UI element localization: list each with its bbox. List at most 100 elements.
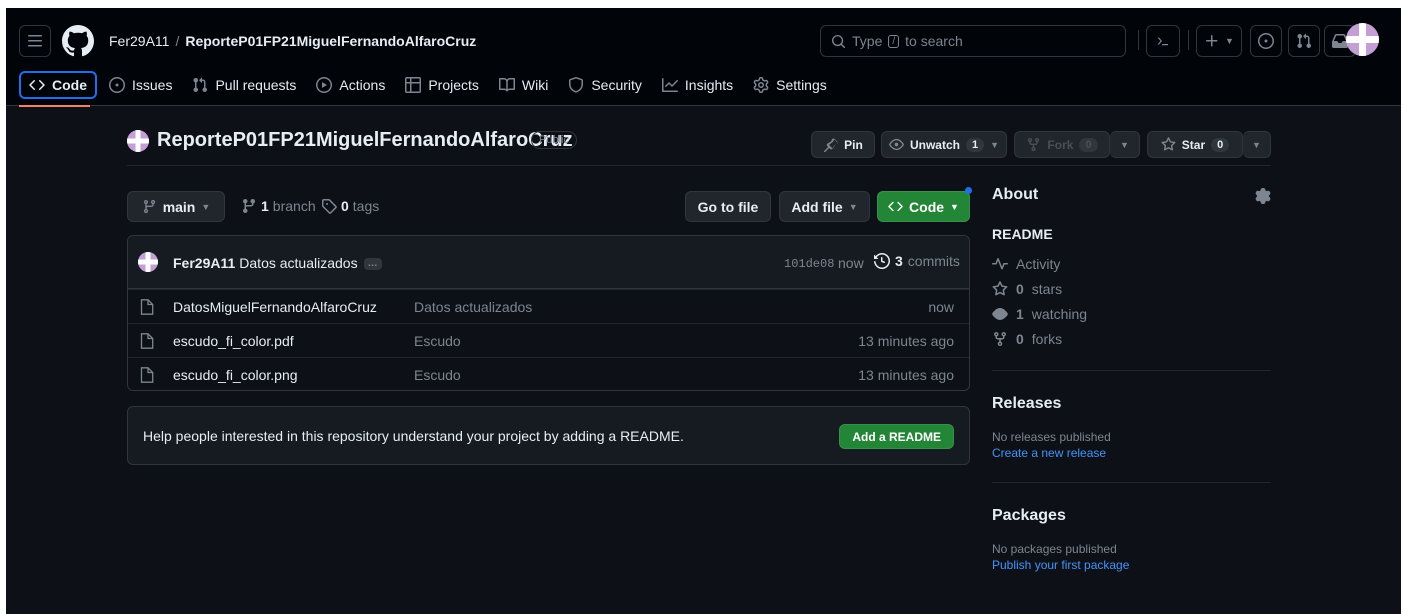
sidebar-divider [992, 370, 1271, 371]
chevron-down-icon: ▼ [1120, 139, 1129, 150]
create-release-link[interactable]: Create a new release [992, 446, 1271, 460]
chevron-down-icon: ▼ [1252, 139, 1261, 150]
star-label: Star [1181, 137, 1206, 152]
packages-title[interactable]: Packages [992, 507, 1271, 525]
add-readme-button[interactable]: Add a README [839, 424, 954, 449]
branch-word: branch [272, 198, 316, 214]
tab-insights[interactable]: Insights [654, 71, 741, 99]
active-tab-underline [19, 105, 90, 107]
releases-empty-text: No releases published [992, 430, 1111, 444]
create-new-button[interactable]: ▼ [1196, 25, 1242, 57]
fork-dropdown-button[interactable]: ▼ [1110, 131, 1140, 158]
code-dropdown-button[interactable]: Code ▼ [877, 191, 970, 222]
forks-count: 0 [1079, 137, 1098, 152]
gear-icon[interactable] [1255, 188, 1271, 204]
pull-request-icon [193, 77, 208, 93]
pulse-icon [992, 258, 1008, 270]
tab-code[interactable]: Code [19, 71, 97, 99]
about-sidebar: About README Activity 0 stars 1 watching 0… [992, 186, 1271, 572]
search-suffix: to search [905, 33, 963, 49]
tab-issues[interactable]: Issues [101, 71, 180, 99]
repo-title[interactable]: ReporteP01FP21MiguelFernandoAlfaroCruz [157, 129, 573, 152]
tab-settings[interactable]: Settings [745, 71, 835, 99]
tab-pull-requests-label: Pull requests [215, 77, 297, 93]
watchers-count: 1 [965, 137, 985, 152]
commit-expand-button[interactable]: … [363, 258, 382, 271]
star-dropdown-button[interactable]: ▼ [1243, 131, 1271, 158]
star-button[interactable]: Star 0 [1147, 131, 1243, 158]
stars-word: stars [1031, 281, 1063, 297]
file-row[interactable]: escudo_fi_color.png Escudo 13 minutes ag… [128, 357, 969, 390]
tags-link[interactable]: 0 tags [321, 198, 379, 214]
file-row[interactable]: escudo_fi_color.pdf Escudo 13 minutes ag… [128, 323, 969, 357]
hamburger-icon [28, 35, 42, 47]
tab-security[interactable]: Security [560, 71, 650, 99]
file-row[interactable]: DatosMiguelFernandoAlfaroCruz Datos actu… [128, 289, 969, 323]
tab-projects[interactable]: Projects [397, 71, 487, 99]
tab-issues-label: Issues [132, 77, 173, 93]
go-to-file-label: Go to file [697, 198, 759, 215]
unwatch-button[interactable]: Unwatch 1 ▼ [881, 131, 1007, 158]
repo-link[interactable]: ReporteP01FP21MiguelFernandoAlfaroCruz [185, 33, 476, 49]
menu-button[interactable] [19, 25, 51, 57]
star-icon [992, 281, 1008, 296]
commit-hash[interactable]: 101de08 [784, 257, 834, 271]
book-icon [498, 77, 515, 92]
publish-package-link[interactable]: Publish your first package [992, 558, 1271, 572]
commits-count: 3 [895, 253, 903, 269]
go-to-file-button[interactable]: Go to file [685, 191, 771, 222]
command-palette-button[interactable] [1146, 25, 1180, 57]
watching-link[interactable]: 1 watching [992, 306, 1271, 322]
search-icon [831, 34, 846, 48]
user-avatar[interactable] [1346, 23, 1379, 56]
pin-button[interactable]: Pin [811, 131, 875, 158]
stars-link[interactable]: 0 stars [992, 281, 1271, 297]
visibility-badge: Public [531, 131, 577, 149]
branches-link[interactable]: 1 branch [241, 198, 316, 214]
file-commit-message[interactable]: Escudo [414, 367, 461, 383]
tab-security-label: Security [591, 77, 642, 93]
search-input[interactable]: Type / to search [820, 25, 1126, 57]
tab-wiki[interactable]: Wiki [491, 71, 556, 99]
file-name[interactable]: DatosMiguelFernandoAlfaroCruz [173, 299, 377, 315]
code-icon [888, 201, 903, 212]
file-icon [140, 299, 154, 315]
commit-message[interactable]: Datos actualizados [239, 255, 357, 271]
repo-nav-tabs: Code Issues Pull requests Actions Projec… [19, 70, 839, 100]
file-commit-message[interactable]: Escudo [414, 333, 461, 349]
releases-title[interactable]: Releases [992, 395, 1271, 413]
file-name[interactable]: escudo_fi_color.png [173, 367, 298, 383]
file-commit-message[interactable]: Datos actualizados [414, 299, 532, 315]
star-icon [1161, 137, 1176, 151]
watching-word: watching [1031, 306, 1088, 322]
owner-link[interactable]: Fer29A11 [109, 33, 169, 49]
branch-count: 1 [261, 198, 269, 214]
chevron-down-icon: ▼ [1225, 36, 1234, 46]
branch-selector[interactable]: main ▼ [127, 191, 225, 222]
activity-link[interactable]: Activity [992, 256, 1271, 272]
file-age: 13 minutes ago [858, 367, 954, 383]
github-logo-icon[interactable] [62, 25, 94, 57]
tab-actions[interactable]: Actions [308, 71, 393, 99]
readme-link[interactable]: README [992, 226, 1271, 242]
issues-button[interactable] [1250, 25, 1282, 57]
pull-requests-button[interactable] [1288, 25, 1320, 57]
forks-link[interactable]: 0 forks [992, 331, 1271, 347]
tab-pull-requests[interactable]: Pull requests [184, 71, 304, 99]
file-name[interactable]: escudo_fi_color.pdf [173, 333, 294, 349]
code-dropdown-label: Code [909, 198, 945, 215]
repo-title-bar: ReporteP01FP21MiguelFernandoAlfaroCruz P… [127, 124, 1271, 166]
commit-author[interactable]: Fer29A11 [173, 255, 235, 271]
fork-button[interactable]: Fork 0 [1014, 131, 1110, 158]
global-header: Fer29A11 / ReporteP01FP21MiguelFernandoAlf… [6, 8, 1401, 107]
tab-actions-label: Actions [339, 77, 386, 93]
tab-wiki-label: Wiki [521, 77, 549, 93]
chevron-down-icon: ▼ [950, 201, 959, 212]
tab-projects-label: Projects [428, 77, 479, 93]
add-readme-text: Help people interested in this repositor… [143, 427, 684, 444]
add-file-button[interactable]: Add file ▼ [779, 191, 870, 222]
commits-history-link[interactable]: 3 commits [874, 253, 960, 269]
play-icon [316, 77, 333, 93]
commits-word: commits [907, 253, 960, 269]
commit-author-avatar[interactable] [138, 252, 158, 272]
